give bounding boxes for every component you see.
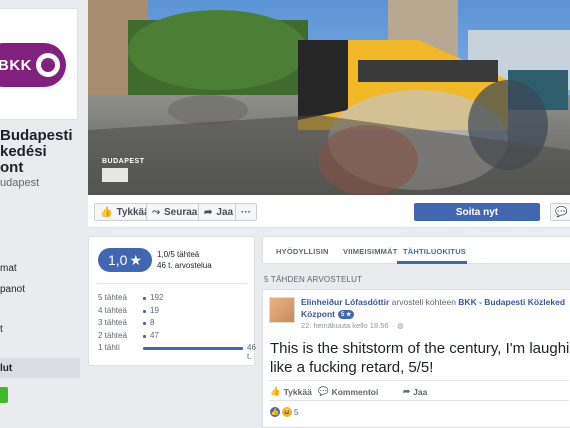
- messenger-icon: 💬: [555, 206, 568, 218]
- comment-button[interactable]: 💬 Kommentoi: [318, 386, 378, 397]
- more-options-button[interactable]: ···: [235, 203, 257, 221]
- like-reaction-icon: 👍: [270, 407, 280, 417]
- rating-row: 4 tähteä 19: [98, 305, 248, 317]
- rating-row-label: 4 tähteä: [98, 305, 127, 315]
- message-button[interactable]: 💬 V: [550, 203, 570, 221]
- rating-row-count: 46 t.: [247, 343, 256, 361]
- rating-badge: 1,0 ★: [98, 248, 152, 272]
- sidebar-nav-item-1[interactable]: mat: [0, 263, 17, 274]
- share-page-button[interactable]: ➦ Jaa: [198, 203, 240, 221]
- divider: [269, 400, 569, 401]
- share-page-label: Jaa: [216, 206, 234, 218]
- rating-row-bar: [143, 334, 146, 338]
- page-action-bar: 👍 Tykkää ⤳ Seuraa ➦ Jaa ··· Soita nyt 💬 …: [88, 195, 570, 228]
- review-verb: arvosteli kohteen: [389, 297, 459, 307]
- reactions-summary[interactable]: 👍 😆 5: [270, 407, 298, 417]
- rating-row-count: 192: [150, 293, 164, 302]
- reviewer-name[interactable]: Elinheiður Lófasdóttir: [301, 297, 389, 307]
- review-tabs: HYÖDYLLISIN VIIMEISIMMÄT TÄHTILUOKITUS: [262, 236, 570, 264]
- comment-label: Kommentoi: [331, 386, 379, 397]
- cover-credit: BUDAPEST: [102, 158, 145, 165]
- comment-icon: 💬: [318, 386, 329, 396]
- avatar[interactable]: [269, 297, 295, 323]
- rating-row-label: 3 tähteä: [98, 318, 127, 327]
- rating-row: 5 tähteä 192: [98, 292, 248, 304]
- rating-row-count: 8: [150, 318, 155, 327]
- meta-dot: ·: [391, 321, 395, 330]
- follow-button[interactable]: ⤳ Seuraa: [146, 203, 204, 221]
- rating-value: 1,0: [107, 252, 128, 268]
- left-sidebar: BKK Budapesti kedési ont udapest mat pan…: [0, 0, 82, 428]
- rating-row-label: 5 tähteä: [98, 293, 127, 302]
- post-meta: 22. heinäkuuta kello 18.56 · ◍: [301, 321, 404, 330]
- follow-label: Seuraa: [164, 206, 198, 218]
- sidebar-nav-item-3[interactable]: t: [0, 324, 3, 335]
- call-now-label: Soita nyt: [455, 206, 499, 218]
- rating-row: 3 tähteä 8: [98, 317, 248, 329]
- rss-icon: ⤳: [152, 206, 160, 218]
- star-icon: ★: [129, 251, 143, 268]
- sidebar-item-reviews[interactable]: lut: [0, 363, 12, 374]
- share-arrow-icon: ➦: [204, 206, 213, 218]
- reaction-count: 5: [294, 407, 299, 417]
- more-label: ···: [241, 206, 251, 218]
- tab-star-rating[interactable]: TÄHTILUOKITUS: [403, 247, 466, 256]
- page-handle[interactable]: udapest: [0, 177, 39, 189]
- review-post: Elinheiður Lófasdóttir arvosteli kohteen…: [262, 289, 570, 428]
- haha-reaction-icon: 😆: [282, 407, 292, 417]
- post-share-button[interactable]: ➦ Jaa: [403, 386, 427, 397]
- post-share-label: Jaa: [413, 386, 428, 397]
- logo-text: BKK: [0, 56, 32, 74]
- globe-icon: ◍: [397, 321, 404, 330]
- cover-image: [88, 0, 570, 195]
- call-now-button[interactable]: Soita nyt: [414, 203, 540, 221]
- divider: [269, 380, 569, 381]
- rating-row-bar: [143, 309, 146, 313]
- tab-most-helpful[interactable]: HYÖDYLLISIN: [276, 247, 329, 256]
- cover-photo[interactable]: BUDAPEST: [88, 0, 570, 195]
- thumbs-up-icon: 👍: [270, 386, 281, 396]
- rating-row: 2 tähteä 47: [98, 330, 248, 342]
- reviewed-page-line: Központ 5 ★: [301, 309, 355, 319]
- rating-summary: 1,0 ★ 1,0/5 tähteä 46 t. arvostelua 5 tä…: [88, 236, 256, 366]
- bkk-logo: BKK: [0, 43, 66, 87]
- rating-row-bar: [143, 322, 146, 325]
- rating-row-count: 19: [150, 305, 159, 315]
- page-title-line-2: kedési: [0, 143, 47, 160]
- post-like-button[interactable]: 👍 Tykkää: [270, 386, 312, 397]
- share-arrow-icon: ➦: [403, 386, 411, 396]
- rating-row-bar: [143, 347, 243, 350]
- rating-row-label: 2 tähteä: [98, 330, 127, 340]
- tab-most-recent[interactable]: VIIMEISIMMÄT: [343, 247, 397, 256]
- reviewed-page-name-cont[interactable]: Központ: [301, 309, 335, 319]
- reviewed-page-name[interactable]: BKK - Budapesti Közleked: [458, 297, 565, 307]
- page-title-line-3: ont: [0, 159, 24, 176]
- sidebar-nav-item-2[interactable]: panot: [0, 284, 25, 295]
- review-text: This is the shitstorm of the century, I'…: [270, 340, 570, 376]
- rating-main-text: 1,0/5 tähteä: [157, 250, 200, 259]
- post-like-label: Tykkää: [283, 386, 312, 397]
- sidebar-green-button[interactable]: [0, 387, 8, 403]
- rating-row-bar: [143, 297, 146, 300]
- active-tab-indicator: [397, 261, 467, 264]
- rating-row-label: 1 tähti: [98, 343, 120, 352]
- rating-count-text: 46 t. arvostelua: [157, 261, 212, 270]
- section-heading: 5 TÄHDEN ARVOSTELUT: [264, 275, 363, 284]
- rating-row: 1 tähti 46 t.: [98, 342, 256, 361]
- thumbs-up-icon: 👍: [100, 206, 113, 218]
- profile-picture[interactable]: BKK: [0, 8, 78, 120]
- divider: [97, 283, 247, 284]
- logo-ring-icon: [36, 53, 60, 77]
- reviewer-line: Elinheiður Lófasdóttir arvosteli kohteen…: [301, 297, 570, 307]
- rating-row-count: 47: [150, 330, 159, 340]
- star-rating-badge: 5 ★: [338, 309, 355, 319]
- like-page-label: Tykkää: [116, 206, 150, 218]
- page-title-line-1: Budapesti: [0, 127, 73, 144]
- post-date[interactable]: 22. heinäkuuta kello 18.56: [301, 321, 389, 330]
